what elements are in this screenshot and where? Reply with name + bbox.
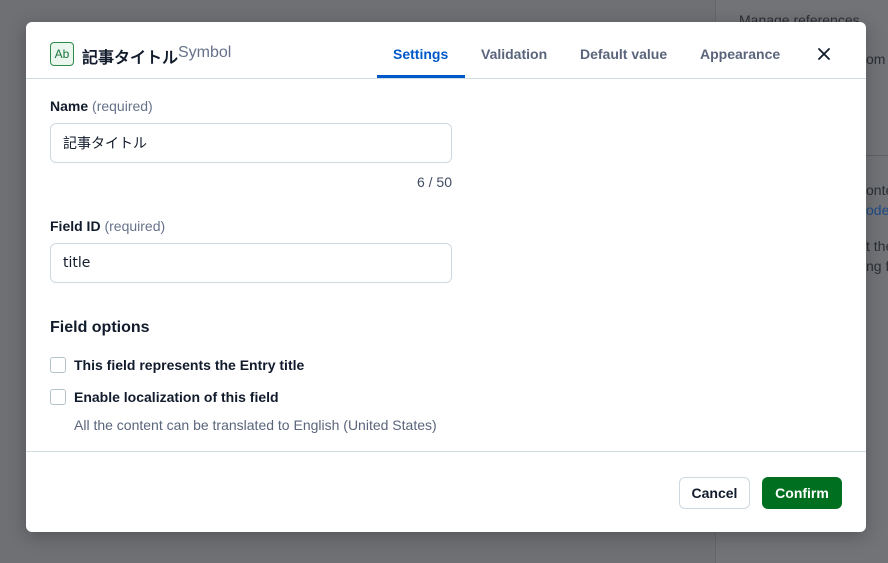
localization-checkbox[interactable] [50,389,66,405]
cancel-button[interactable]: Cancel [679,477,750,509]
modal-header: Ab 記事タイトル Symbol Settings Validation Def… [26,22,866,79]
modal-footer: Cancel Confirm [26,451,866,532]
close-icon [818,48,830,60]
tab-settings[interactable]: Settings [393,46,448,62]
background-divider [866,155,888,156]
modal-title: 記事タイトル [82,48,179,67]
field-options-heading: Field options [50,319,150,336]
close-button[interactable] [814,44,834,64]
background-text-snippet: om a [866,51,888,67]
name-character-counter: 6 / 50 [416,174,452,190]
field-id-input[interactable] [50,243,452,283]
active-tab-indicator [377,75,465,78]
text-field-type-icon: Ab [50,42,74,66]
entry-title-checkbox-label[interactable]: This field represents the Entry title [74,357,304,373]
name-required-hint: (required) [92,98,153,114]
field-id-label: Field ID (required) [50,218,165,234]
localization-help-text: All the content can be translated to Eng… [74,417,437,433]
modal-subtitle: Symbol [178,44,232,61]
confirm-button[interactable]: Confirm [762,477,842,509]
name-label-text: Name [50,98,89,114]
modal-body: Name (required) 6 / 50 Field ID (require… [26,80,866,451]
field-settings-modal: Ab 記事タイトル Symbol Settings Validation Def… [26,22,866,532]
name-input[interactable] [50,123,452,163]
background-text-snippet: ng f [866,258,888,274]
field-id-label-text: Field ID [50,218,101,234]
localization-checkbox-label[interactable]: Enable localization of this field [74,389,279,405]
tab-default-value[interactable]: Default value [580,46,667,62]
field-id-required-hint: (required) [104,218,166,234]
tab-validation[interactable]: Validation [481,46,547,62]
background-link-snippet: ode [866,202,888,218]
tab-appearance[interactable]: Appearance [700,46,780,62]
name-label: Name (required) [50,98,153,114]
background-text-snippet: onte [866,182,888,198]
entry-title-checkbox[interactable] [50,357,66,373]
background-text-snippet: t the [866,238,888,254]
